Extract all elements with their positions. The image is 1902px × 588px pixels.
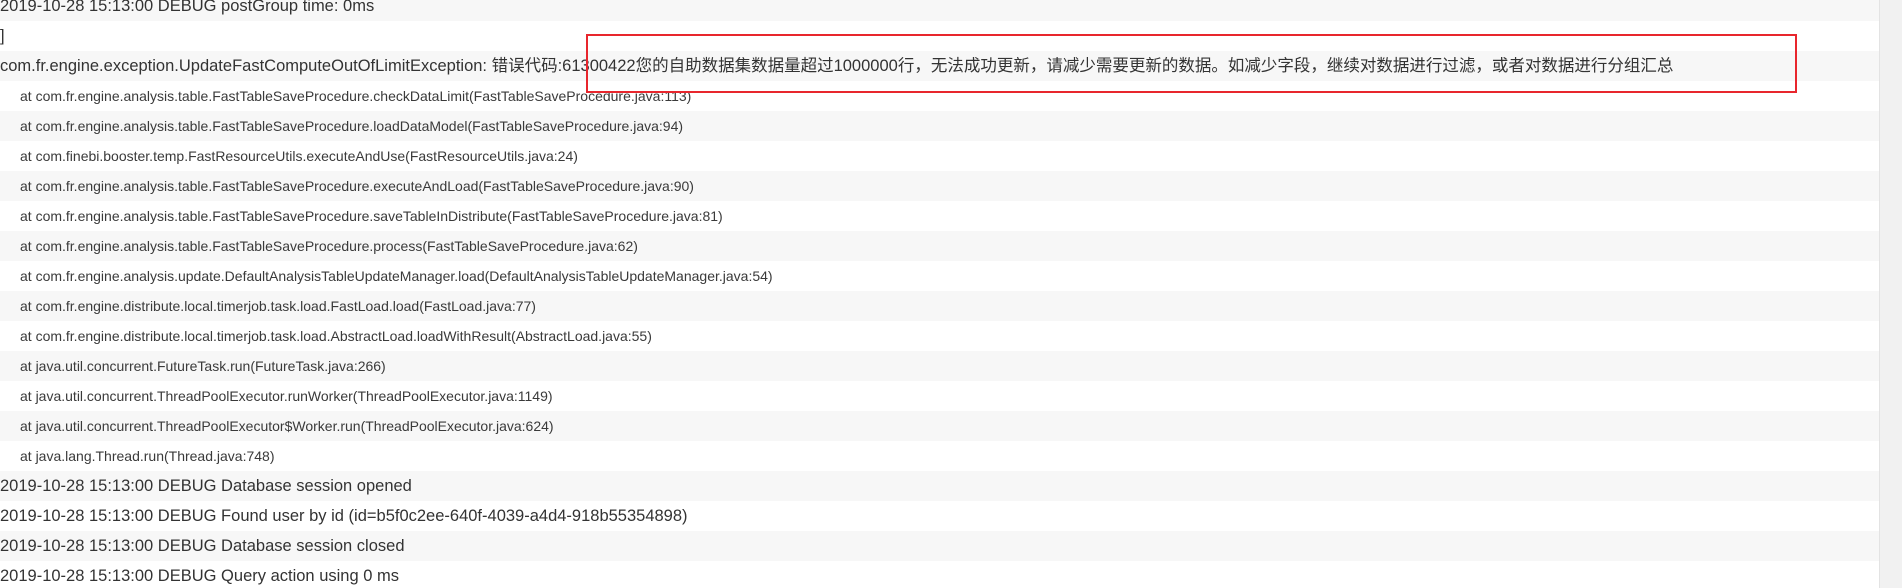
log-line: 2019-10-28 15:13:00 DEBUG postGroup time… (0, 0, 1880, 21)
exception-line: com.fr.engine.exception.UpdateFastComput… (0, 51, 1880, 81)
log-line: 2019-10-28 15:13:00 DEBUG Query action u… (0, 561, 1880, 588)
stack-frame: at com.fr.engine.analysis.table.FastTabl… (0, 231, 1880, 261)
log-list: 2019-10-28 15:13:00 DEBUG postGroup time… (0, 0, 1880, 588)
stack-frame: at java.util.concurrent.ThreadPoolExecut… (0, 411, 1880, 441)
log-line: 2019-10-28 15:13:00 DEBUG Found user by … (0, 501, 1880, 531)
stack-frame: at com.fr.engine.analysis.table.FastTabl… (0, 201, 1880, 231)
stack-frame: at com.fr.engine.analysis.table.FastTabl… (0, 111, 1880, 141)
stack-frame: at com.fr.engine.analysis.update.Default… (0, 261, 1880, 291)
stack-frame: at com.fr.engine.distribute.local.timerj… (0, 321, 1880, 351)
log-line: ] (0, 21, 1880, 51)
stack-frame: at java.util.concurrent.FutureTask.run(F… (0, 351, 1880, 381)
log-viewer: 2019-10-28 15:13:00 DEBUG postGroup time… (0, 0, 1880, 588)
stack-frame: at java.util.concurrent.ThreadPoolExecut… (0, 381, 1880, 411)
stack-frame: at com.fr.engine.distribute.local.timerj… (0, 291, 1880, 321)
stack-frame: at com.fr.engine.analysis.table.FastTabl… (0, 171, 1880, 201)
log-line: 2019-10-28 15:13:00 DEBUG Database sessi… (0, 531, 1880, 561)
vertical-scrollbar[interactable] (1879, 0, 1902, 588)
stack-frame: at com.finebi.booster.temp.FastResourceU… (0, 141, 1880, 171)
stack-frame: at java.lang.Thread.run(Thread.java:748) (0, 441, 1880, 471)
stack-frame: at com.fr.engine.analysis.table.FastTabl… (0, 81, 1880, 111)
log-line: 2019-10-28 15:13:00 DEBUG Database sessi… (0, 471, 1880, 501)
